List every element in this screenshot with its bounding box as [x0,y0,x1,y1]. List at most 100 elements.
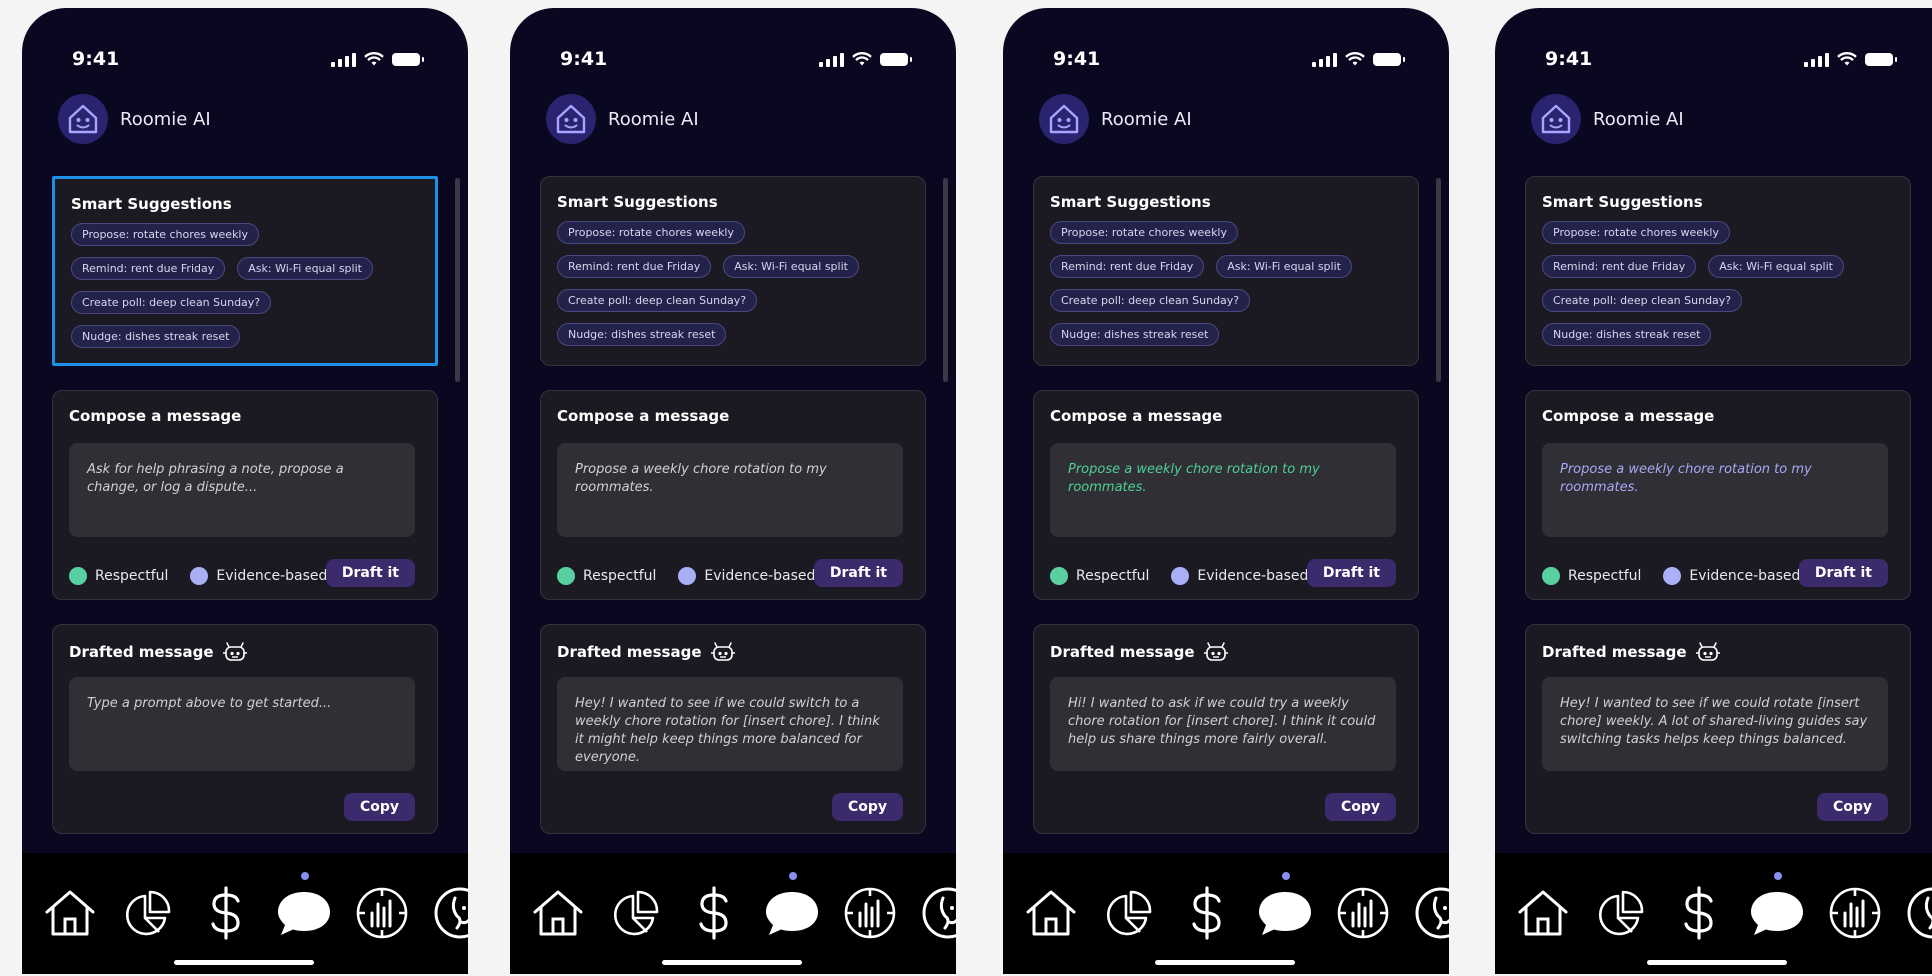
draft-button[interactable]: Draft it [325,559,415,587]
evidence-based-toggle[interactable] [1663,567,1682,585]
drafted-message-card: Drafted message Hey! I wanted to see if … [540,624,926,834]
compose-input[interactable]: Ask for help phrasing a note, propose a … [69,443,415,537]
suggestion-chip[interactable]: Nudge: dishes streak reset [557,323,727,346]
copy-button[interactable]: Copy [343,793,415,821]
wifi-icon [364,52,384,66]
suggestion-chip[interactable]: Propose: rotate chores weekly [1050,221,1238,244]
tab-chat[interactable] [1749,872,1805,941]
tab-stats[interactable] [1827,885,1883,941]
suggestion-chip[interactable]: Ask: Wi-Fi equal split [1216,255,1352,278]
active-tab-indicator [1774,872,1782,880]
tab-profile[interactable] [432,885,468,941]
signal-icon [819,52,844,67]
robot-house-icon [1039,94,1089,144]
stats-icon [1337,887,1389,939]
tab-budget[interactable] [1593,885,1649,941]
dollar-icon [1192,886,1221,940]
suggestion-chip[interactable]: Create poll: deep clean Sunday? [557,289,758,312]
scrollbar[interactable] [455,178,460,382]
suggestions-title: Smart Suggestions [1050,193,1211,211]
evidence-based-toggle[interactable] [190,567,209,585]
compose-input[interactable]: Propose a weekly chore rotation to my ro… [1050,443,1396,537]
home-indicator [1155,960,1295,965]
suggestion-chip[interactable]: Create poll: deep clean Sunday? [71,291,272,314]
battery-icon [392,53,424,66]
draft-button[interactable]: Draft it [1798,559,1888,587]
suggestion-chips: Propose: rotate chores weekly Remind: re… [1050,221,1380,346]
suggestion-chip[interactable]: Create poll: deep clean Sunday? [1050,289,1251,312]
profile-icon [434,887,468,939]
evidence-based-toggle[interactable] [1171,567,1190,585]
tab-expenses[interactable] [1179,885,1235,941]
tone-options: Respectful Evidence-based [1050,567,1322,585]
pie-chart-icon [613,890,659,936]
home-icon [533,890,583,936]
respectful-label: Respectful [95,568,169,584]
suggestion-chip[interactable]: Remind: rent due Friday [1050,255,1205,278]
suggestion-chip[interactable]: Ask: Wi-Fi equal split [723,255,859,278]
suggestion-chip[interactable]: Propose: rotate chores weekly [1542,221,1730,244]
phone-screen: 9:41 Roomie AI Smart Suggestions Propose… [22,8,468,974]
tab-expenses[interactable] [1671,885,1727,941]
tab-home[interactable] [530,885,586,941]
tab-chat[interactable] [764,872,820,941]
respectful-toggle[interactable] [557,567,575,585]
tab-home[interactable] [1515,885,1571,941]
stats-icon [356,887,408,939]
tab-profile[interactable] [1413,885,1449,941]
suggestion-chip[interactable]: Nudge: dishes streak reset [1050,323,1220,346]
copy-button[interactable]: Copy [831,793,903,821]
suggestion-chip[interactable]: Create poll: deep clean Sunday? [1542,289,1743,312]
scrollbar[interactable] [1436,178,1441,382]
tab-expenses[interactable] [686,885,742,941]
tab-profile[interactable] [1905,885,1932,941]
battery-icon [1865,53,1897,66]
tab-home[interactable] [42,885,98,941]
suggestion-chip[interactable]: Remind: rent due Friday [1542,255,1697,278]
tab-profile[interactable] [920,885,956,941]
draft-button[interactable]: Draft it [813,559,903,587]
compose-card: Compose a message Propose a weekly chore… [540,390,926,600]
scrollbar[interactable] [943,178,948,382]
app-name: Roomie AI [120,108,211,130]
tab-budget[interactable] [608,885,664,941]
bottom-tab-bar [510,853,956,974]
compose-card: Compose a message Propose a weekly chore… [1525,390,1911,600]
respectful-label: Respectful [1568,568,1642,584]
robot-icon [1203,642,1228,661]
phone-screen: 9:41 Roomie AI Smart Suggestions Propose… [510,8,956,974]
tab-budget[interactable] [120,885,176,941]
suggestion-chip[interactable]: Ask: Wi-Fi equal split [237,257,373,280]
suggestion-chip[interactable]: Ask: Wi-Fi equal split [1708,255,1844,278]
suggestion-chip[interactable]: Propose: rotate chores weekly [557,221,745,244]
suggestion-chip[interactable]: Propose: rotate chores weekly [71,223,259,246]
copy-button[interactable]: Copy [1816,793,1888,821]
phone-screen: 9:41 Roomie AI Smart Suggestions Propose… [1495,8,1932,974]
copy-button[interactable]: Copy [1324,793,1396,821]
robot-icon [710,642,735,661]
chat-icon [278,892,330,935]
draft-button[interactable]: Draft it [1306,559,1396,587]
respectful-toggle[interactable] [1050,567,1068,585]
status-time: 9:41 [72,48,120,70]
evidence-based-toggle[interactable] [678,567,697,585]
pie-chart-icon [1106,890,1152,936]
tone-options: Respectful Evidence-based [1542,567,1814,585]
respectful-toggle[interactable] [69,567,87,585]
compose-input[interactable]: Propose a weekly chore rotation to my ro… [557,443,903,537]
respectful-toggle[interactable] [1542,567,1560,585]
tab-expenses[interactable] [198,885,254,941]
suggestion-chip[interactable]: Remind: rent due Friday [71,257,226,280]
tab-chat[interactable] [1257,872,1313,941]
tab-stats[interactable] [354,885,410,941]
tab-stats[interactable] [1335,885,1391,941]
tab-stats[interactable] [842,885,898,941]
tab-chat[interactable] [276,872,332,941]
home-icon [45,890,95,936]
suggestion-chip[interactable]: Nudge: dishes streak reset [71,325,241,348]
tab-home[interactable] [1023,885,1079,941]
suggestion-chip[interactable]: Nudge: dishes streak reset [1542,323,1712,346]
tab-budget[interactable] [1101,885,1157,941]
suggestion-chip[interactable]: Remind: rent due Friday [557,255,712,278]
compose-input[interactable]: Propose a weekly chore rotation to my ro… [1542,443,1888,537]
